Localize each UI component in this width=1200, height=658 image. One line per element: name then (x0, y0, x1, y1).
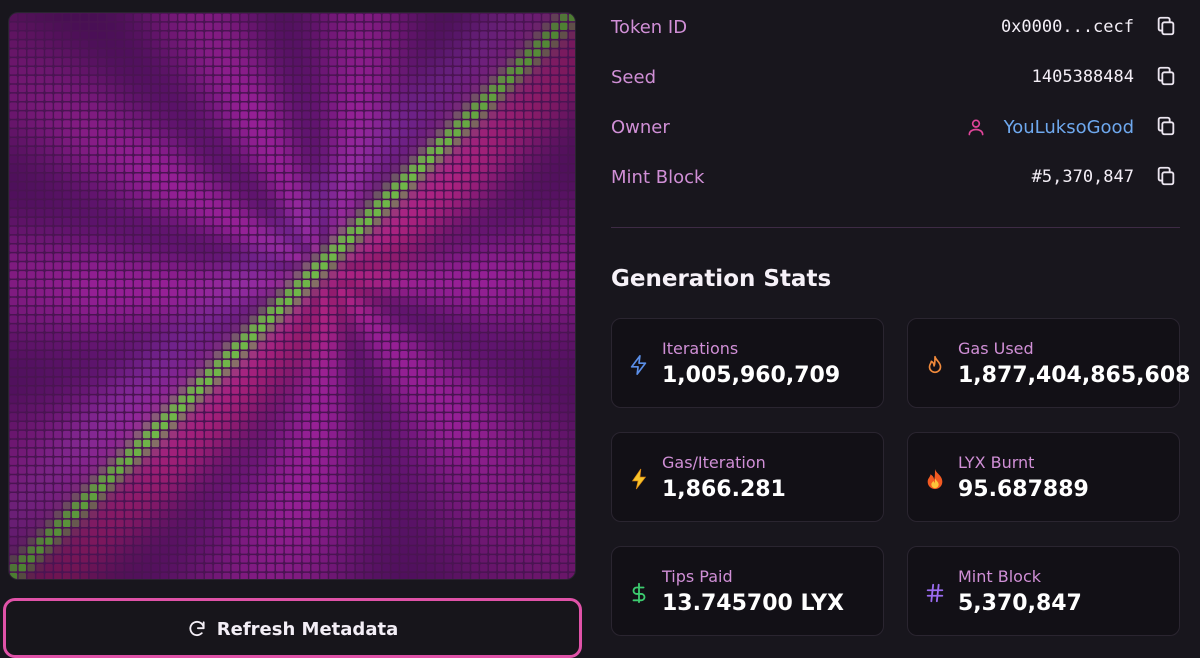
token-id-value: 0x0000...cecf (1000, 17, 1134, 37)
stat-label: Gas/Iteration (662, 453, 766, 472)
stat-label: Tips Paid (662, 567, 733, 586)
copy-icon (1155, 165, 1177, 190)
stat-card-iterations: Iterations 1,005,960,709 (611, 318, 884, 408)
generation-stats-title: Generation Stats (611, 266, 832, 292)
hash-icon (924, 582, 946, 604)
stat-label: Gas Used (958, 339, 1034, 358)
stat-value: 1,866.281 (662, 477, 786, 502)
mint-block-row: Mint Block #5,370,847 (611, 152, 1180, 202)
seed-row: Seed 1405388484 (611, 52, 1180, 102)
stat-value: 1,005,960,709 (662, 363, 841, 388)
stat-label: Iterations (662, 339, 739, 358)
fire-emoji-icon (924, 468, 946, 490)
seed-value: 1405388484 (1031, 67, 1134, 87)
stat-value: 1,877,404,865,608 (958, 363, 1191, 388)
stat-card-tips-paid: Tips Paid 13.745700 LYX (611, 546, 884, 636)
stat-value: 5,370,847 (958, 591, 1082, 616)
user-icon (966, 117, 986, 137)
copy-token-id-button[interactable] (1152, 13, 1180, 41)
seed-label: Seed (611, 66, 656, 88)
token-id-row: Token ID 0x0000...cecf (611, 2, 1180, 52)
stat-label: Mint Block (958, 567, 1042, 586)
token-id-label: Token ID (611, 16, 688, 38)
refresh-metadata-button[interactable]: Refresh Metadata (3, 598, 582, 658)
artwork-image (8, 12, 576, 580)
mint-block-value: #5,370,847 (1031, 167, 1134, 187)
owner-link[interactable]: YouLuksoGood (1004, 117, 1134, 138)
stat-card-gas-used: Gas Used 1,877,404,865,608 (907, 318, 1190, 408)
stat-value: 13.745700 LYX (662, 591, 844, 616)
stat-label: LYX Burnt (958, 453, 1035, 472)
stat-card-gas-per-iteration: Gas/Iteration 1,866.281 (611, 432, 884, 522)
dollar-icon (628, 582, 650, 604)
section-divider (611, 227, 1180, 228)
copy-mint-block-button[interactable] (1152, 163, 1180, 191)
mint-block-label: Mint Block (611, 166, 705, 188)
copy-seed-button[interactable] (1152, 63, 1180, 91)
copy-owner-button[interactable] (1152, 113, 1180, 141)
lightning-outline-icon (628, 354, 650, 376)
owner-label: Owner (611, 116, 670, 138)
stat-card-mint-block: Mint Block 5,370,847 (907, 546, 1180, 636)
refresh-metadata-label: Refresh Metadata (216, 619, 399, 640)
copy-icon (1155, 15, 1177, 40)
artwork-canvas (9, 13, 575, 579)
lightning-emoji-icon (628, 468, 650, 490)
stat-card-lyx-burnt: LYX Burnt 95.687889 (907, 432, 1180, 522)
refresh-icon (187, 619, 207, 639)
copy-icon (1155, 115, 1177, 140)
owner-row: Owner YouLuksoGood (611, 102, 1180, 152)
flame-outline-icon (924, 354, 946, 376)
copy-icon (1155, 65, 1177, 90)
stat-value: 95.687889 (958, 477, 1089, 502)
